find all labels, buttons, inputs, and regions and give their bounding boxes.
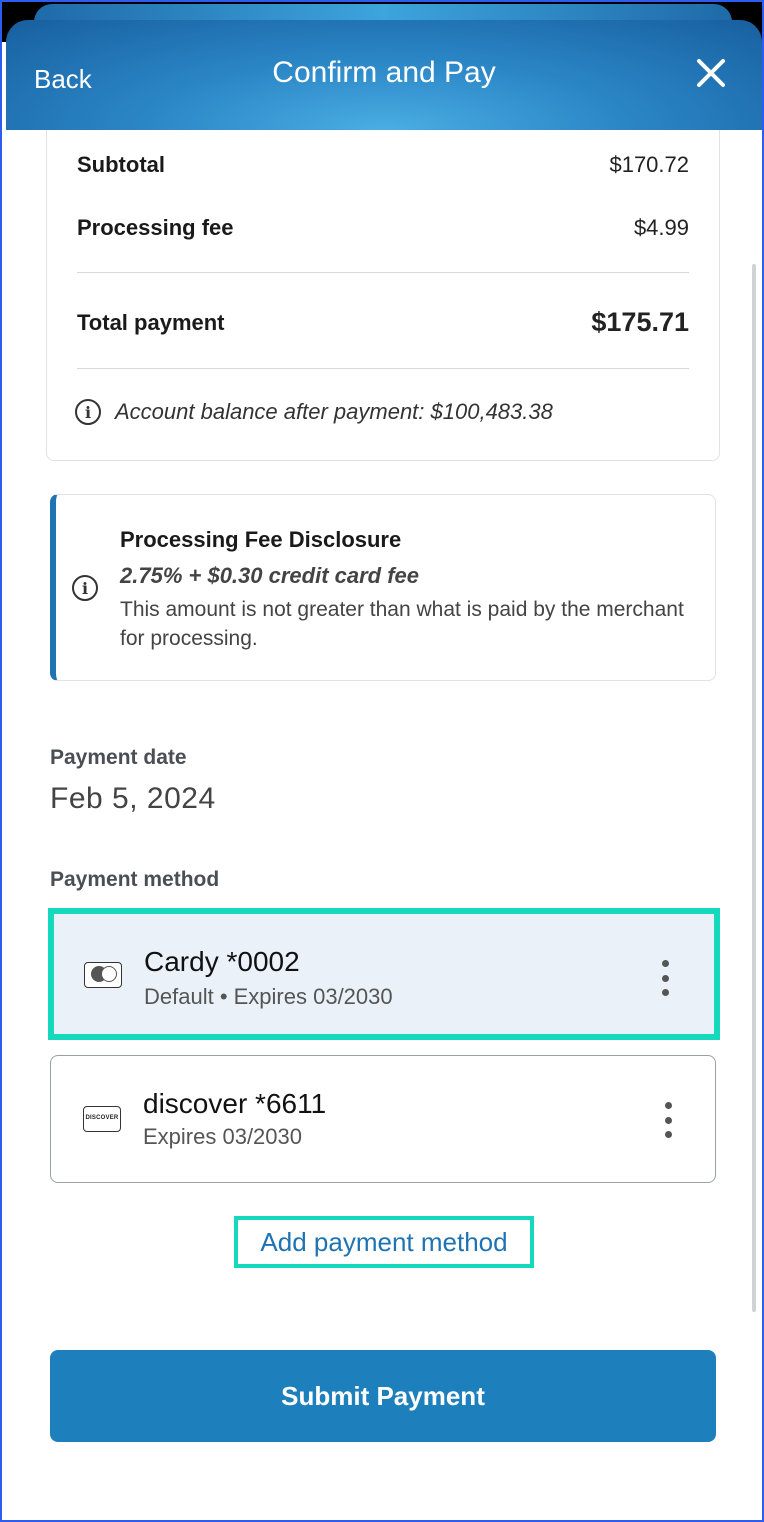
- payment-date-label: Payment date: [50, 746, 187, 769]
- scrollbar[interactable]: [752, 264, 756, 1312]
- add-payment-method-link[interactable]: Add payment method: [234, 1216, 534, 1268]
- card-icon: [84, 962, 122, 988]
- total-payment-row: Total payment $175.71: [77, 307, 689, 338]
- processing-fee-row: Processing fee $4.99: [77, 215, 689, 241]
- close-icon[interactable]: [694, 56, 728, 90]
- submit-payment-button[interactable]: Submit Payment: [50, 1350, 716, 1442]
- app-frame: Subtotal $170.72 Processing fee $4.99 To…: [0, 0, 764, 1522]
- method-name: discover *6611: [143, 1088, 327, 1119]
- subtotal-label: Subtotal: [77, 152, 165, 177]
- discover-card-icon: DISCOVER: [83, 1106, 121, 1132]
- more-options-icon[interactable]: [662, 960, 670, 996]
- total-payment-label: Total payment: [77, 309, 225, 335]
- payment-method-label: Payment method: [50, 868, 220, 891]
- info-icon: i: [75, 399, 101, 425]
- divider: [77, 272, 689, 273]
- disclosure-title: Processing Fee Disclosure: [120, 527, 402, 552]
- page-title: Confirm and Pay: [272, 56, 496, 89]
- fee-disclosure-panel: i Processing Fee Disclosure 2.75% + $0.3…: [50, 494, 716, 681]
- discover-logo-text: DISCOVER: [85, 1115, 119, 1121]
- disclosure-fee-rate: 2.75% + $0.30 credit card fee: [120, 563, 420, 588]
- subtotal-value: $170.72: [609, 152, 689, 177]
- subtotal-row: Subtotal $170.72: [77, 152, 689, 178]
- method-name: Cardy *0002: [144, 946, 300, 977]
- payment-method-option-discover[interactable]: DISCOVER discover *6611 Expires 03/2030: [50, 1055, 716, 1183]
- processing-fee-value: $4.99: [633, 215, 689, 240]
- processing-fee-label: Processing fee: [77, 215, 234, 240]
- payment-summary-card: Subtotal $170.72 Processing fee $4.99 To…: [46, 102, 720, 461]
- method-detail: Default • Expires 03/2030: [144, 984, 393, 1009]
- divider: [77, 368, 689, 369]
- modal-header: Back Confirm and Pay: [6, 20, 762, 130]
- payment-date-value[interactable]: Feb 5, 2024: [50, 782, 216, 816]
- balance-note: i Account balance after payment: $100,48…: [75, 399, 553, 425]
- total-payment-value: $175.71: [591, 307, 689, 337]
- more-options-icon[interactable]: [665, 1102, 673, 1138]
- disclosure-body: This amount is not greater than what is …: [120, 598, 684, 650]
- balance-text: Account balance after payment: $100,483.…: [115, 399, 553, 424]
- payment-method-option-cardy[interactable]: Cardy *0002 Default • Expires 03/2030: [48, 908, 720, 1040]
- method-detail: Expires 03/2030: [143, 1124, 302, 1149]
- info-icon: i: [72, 575, 98, 601]
